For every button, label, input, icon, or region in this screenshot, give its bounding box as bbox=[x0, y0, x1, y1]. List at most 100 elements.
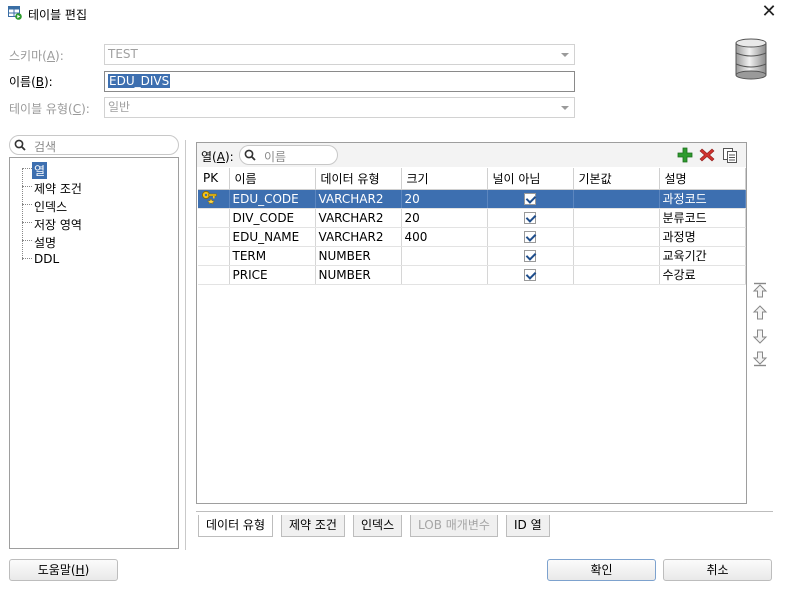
chevron-down-icon bbox=[561, 53, 569, 57]
columns-table: PK 이름 데이터 유형 크기 널이 아님 기본값 설명 EDU_CODE VA… bbox=[198, 168, 746, 285]
name-input[interactable]: EDU_DIVS bbox=[104, 71, 575, 92]
delete-column-icon[interactable] bbox=[699, 147, 715, 163]
not-null-checkbox[interactable] bbox=[524, 250, 536, 262]
pk-cell[interactable] bbox=[198, 265, 230, 285]
column-header[interactable]: 크기 bbox=[401, 168, 488, 190]
help-button[interactable]: 도움말(H) bbox=[9, 559, 118, 581]
move-bottom-icon[interactable] bbox=[751, 350, 769, 368]
name-cell[interactable]: EDU_NAME bbox=[229, 227, 316, 247]
table-row[interactable]: TERM NUMBER 교육기간 bbox=[198, 246, 746, 266]
table-row[interactable]: EDU_NAME VARCHAR2 400 과정명 bbox=[198, 227, 746, 247]
column-filter-input[interactable]: 이름 bbox=[239, 145, 338, 165]
type-cell[interactable]: VARCHAR2 bbox=[315, 227, 402, 247]
comment-cell[interactable]: 수강료 bbox=[659, 265, 746, 285]
table-row[interactable]: DIV_CODE VARCHAR2 20 분류코드 bbox=[198, 208, 746, 228]
not-null-cell[interactable] bbox=[487, 265, 574, 285]
tree-search-placeholder: 검색 bbox=[34, 140, 57, 154]
not-null-checkbox[interactable] bbox=[524, 193, 536, 205]
not-null-cell[interactable] bbox=[487, 189, 574, 209]
chevron-down-icon bbox=[561, 106, 569, 110]
primary-key-icon bbox=[201, 190, 217, 205]
type-cell[interactable]: NUMBER bbox=[315, 265, 402, 285]
search-icon bbox=[244, 149, 256, 161]
comment-cell[interactable]: 분류코드 bbox=[659, 208, 746, 228]
not-null-checkbox[interactable] bbox=[524, 231, 536, 243]
tree-item-constraints[interactable]: 제약 조건 bbox=[34, 180, 82, 197]
column-filter-placeholder: 이름 bbox=[264, 150, 287, 164]
column-header[interactable]: 데이터 유형 bbox=[315, 168, 402, 190]
tree-item-comment[interactable]: 설명 bbox=[34, 234, 56, 251]
tab-data-type[interactable]: 데이터 유형 bbox=[198, 515, 274, 537]
default-cell[interactable] bbox=[573, 189, 660, 209]
type-cell[interactable]: VARCHAR2 bbox=[315, 189, 402, 209]
copy-columns-icon[interactable] bbox=[722, 147, 738, 163]
name-cell[interactable]: PRICE bbox=[229, 265, 316, 285]
comment-cell[interactable]: 과정명 bbox=[659, 227, 746, 247]
move-top-icon[interactable] bbox=[751, 281, 769, 299]
tab-constraints[interactable]: 제약 조건 bbox=[281, 515, 345, 537]
pk-cell[interactable] bbox=[198, 189, 230, 209]
ok-button[interactable]: 확인 bbox=[547, 559, 656, 581]
tree-item-columns[interactable]: 열 bbox=[32, 162, 48, 179]
table-type-value: 일반 bbox=[108, 100, 131, 114]
column-header[interactable]: 이름 bbox=[229, 168, 316, 190]
tab-indexes[interactable]: 인덱스 bbox=[353, 515, 403, 537]
not-null-checkbox[interactable] bbox=[524, 269, 536, 281]
schema-value: TEST bbox=[108, 47, 138, 61]
default-cell[interactable] bbox=[573, 208, 660, 228]
comment-cell[interactable]: 교육기간 bbox=[659, 246, 746, 266]
pk-cell[interactable] bbox=[198, 208, 230, 228]
search-icon bbox=[14, 139, 26, 151]
column-header[interactable]: PK bbox=[198, 168, 230, 190]
tab-bar-divider bbox=[196, 511, 773, 512]
add-column-icon[interactable] bbox=[677, 147, 693, 163]
name-cell[interactable]: DIV_CODE bbox=[229, 208, 316, 228]
schema-select[interactable]: TEST bbox=[104, 44, 575, 65]
type-cell[interactable]: VARCHAR2 bbox=[315, 208, 402, 228]
name-cell[interactable]: EDU_CODE bbox=[229, 189, 316, 209]
window-title: 테이블 편집 bbox=[28, 8, 88, 22]
column-header[interactable]: 널이 아님 bbox=[487, 168, 574, 190]
name-cell[interactable]: TERM bbox=[229, 246, 316, 266]
tree-search-input[interactable]: 검색 bbox=[9, 135, 179, 155]
move-up-icon[interactable] bbox=[751, 304, 769, 322]
size-cell[interactable] bbox=[401, 246, 488, 266]
default-cell[interactable] bbox=[573, 246, 660, 266]
comment-cell[interactable]: 과정코드 bbox=[659, 189, 746, 209]
pk-cell[interactable] bbox=[198, 246, 230, 266]
tree-item-storage[interactable]: 저장 영역 bbox=[34, 216, 82, 233]
table-type-select[interactable]: 일반 bbox=[104, 97, 575, 118]
close-icon[interactable]: ✕ bbox=[760, 2, 778, 22]
default-cell[interactable] bbox=[573, 227, 660, 247]
table-row[interactable]: PRICE NUMBER 수강료 bbox=[198, 265, 746, 285]
not-null-checkbox[interactable] bbox=[524, 212, 536, 224]
name-label: 이름(B): bbox=[9, 75, 53, 89]
size-cell[interactable]: 20 bbox=[401, 208, 488, 228]
size-cell[interactable]: 400 bbox=[401, 227, 488, 247]
move-down-icon[interactable] bbox=[751, 327, 769, 345]
not-null-cell[interactable] bbox=[487, 227, 574, 247]
pk-cell[interactable] bbox=[198, 227, 230, 247]
schema-label: 스키마(A): bbox=[9, 49, 64, 63]
panel-splitter[interactable] bbox=[185, 140, 187, 550]
default-cell[interactable] bbox=[573, 265, 660, 285]
name-value: EDU_DIVS bbox=[108, 74, 171, 88]
table-row[interactable]: EDU_CODE VARCHAR2 20 과정코드 bbox=[198, 189, 746, 209]
database-icon bbox=[735, 38, 767, 80]
columns-label: 열(A): bbox=[201, 150, 234, 164]
table-edit-icon bbox=[8, 6, 22, 20]
size-cell[interactable]: 20 bbox=[401, 189, 488, 209]
size-cell[interactable] bbox=[401, 265, 488, 285]
tree-item-indexes[interactable]: 인덱스 bbox=[34, 198, 67, 215]
column-header[interactable]: 설명 bbox=[659, 168, 746, 190]
not-null-cell[interactable] bbox=[487, 246, 574, 266]
column-header[interactable]: 기본값 bbox=[573, 168, 660, 190]
edit-table-dialog: 테이블 편집 ✕ 스키마(A): TEST 이름(B): EDU_DIVS 테이… bbox=[0, 0, 785, 590]
cancel-button[interactable]: 취소 bbox=[663, 559, 772, 581]
tree-item-ddl[interactable]: DDL bbox=[34, 252, 59, 266]
type-cell[interactable]: NUMBER bbox=[315, 246, 402, 266]
category-tree: 열 제약 조건 인덱스 저장 영역 설명 DDL bbox=[9, 157, 179, 549]
tab-lob-parameters[interactable]: LOB 매개변수 bbox=[410, 515, 498, 537]
tab-identity-column[interactable]: ID 열 bbox=[506, 515, 550, 537]
not-null-cell[interactable] bbox=[487, 208, 574, 228]
